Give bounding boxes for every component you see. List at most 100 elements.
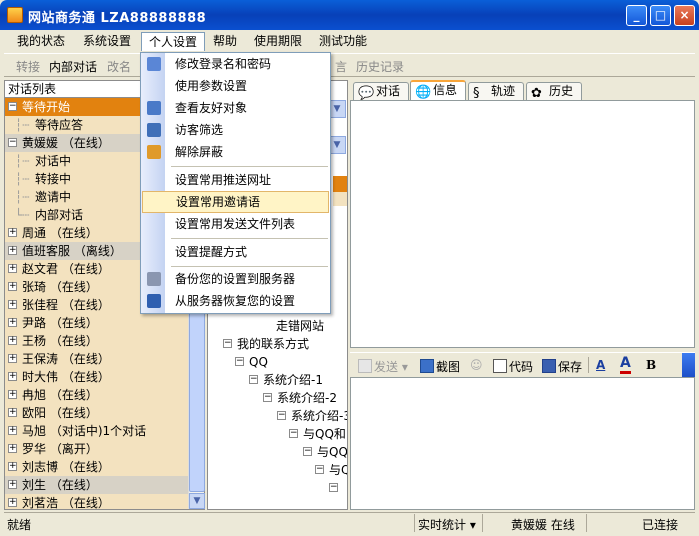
code-icon xyxy=(493,359,507,373)
tab-info[interactable]: 🌐 信息 xyxy=(410,80,466,101)
tab-trace[interactable]: § 轨迹 xyxy=(468,82,524,101)
restore-icon xyxy=(147,294,161,308)
collapse-icon[interactable]: − xyxy=(249,375,258,384)
menu-item-send-file-list[interactable]: 设置常用发送文件列表 xyxy=(142,213,329,235)
tree-row-user[interactable]: + 冉旭 （在线） xyxy=(5,386,188,404)
status-ready: 就绪 xyxy=(7,518,32,532)
menu-item-restore-settings[interactable]: 从服务器恢复您的设置 xyxy=(142,290,329,312)
status-bar: 就绪 实时统计 ▾ 黄媛媛 在线 已连接 xyxy=(4,512,695,532)
menu-usage-period[interactable]: 使用期限 xyxy=(247,32,309,51)
expand-icon[interactable]: + xyxy=(8,372,17,381)
menu-personal-settings[interactable]: 个人设置 xyxy=(141,32,206,51)
tree-row-user[interactable]: + 王保涛 （在线） xyxy=(5,350,188,368)
expand-icon[interactable]: + xyxy=(8,354,17,363)
menu-item-change-login[interactable]: 修改登录名和密码 xyxy=(142,53,329,75)
collapse-icon[interactable]: − xyxy=(263,393,272,402)
selected-marker xyxy=(333,176,347,192)
tree-row-user[interactable]: + 欧阳 （在线） xyxy=(5,404,188,422)
collapse-icon[interactable]: − xyxy=(8,102,17,111)
tree-row-user[interactable]: + 刘志博 （在线） xyxy=(5,458,188,476)
expand-icon[interactable]: + xyxy=(8,444,17,453)
status-connection: 已连接 xyxy=(642,518,679,532)
expand-icon[interactable]: + xyxy=(8,282,17,291)
expand-icon[interactable]: + xyxy=(8,426,17,435)
expand-icon[interactable]: + xyxy=(8,246,17,255)
message-input-area[interactable] xyxy=(350,377,695,510)
scroll-down-arrow-icon[interactable]: ▼ xyxy=(189,493,205,509)
realtime-stats-dropdown[interactable]: 实时统计 ▾ xyxy=(418,516,476,533)
font-size-icon[interactable]: A xyxy=(596,358,605,372)
expand-icon[interactable]: + xyxy=(8,480,17,489)
code-button[interactable]: 代码 xyxy=(493,358,533,375)
menu-item-push-urls[interactable]: 设置常用推送网址 xyxy=(142,169,329,191)
friends-icon xyxy=(147,101,161,115)
menu-system-settings[interactable]: 系统设置 xyxy=(76,32,138,51)
minimize-button[interactable]: _ xyxy=(626,5,647,26)
expand-icon[interactable]: + xyxy=(8,264,17,273)
save-icon xyxy=(542,359,556,373)
menu-item-reminder-mode[interactable]: 设置提醒方式 xyxy=(142,241,329,263)
collapse-icon[interactable]: − xyxy=(303,447,312,456)
expand-icon[interactable]: + xyxy=(8,498,17,507)
expand-icon[interactable]: + xyxy=(8,318,17,327)
menu-test-feature[interactable]: 测试功能 xyxy=(312,32,374,51)
collapse-icon[interactable]: − xyxy=(8,138,17,147)
menu-item-usage-params[interactable]: 使用参数设置 xyxy=(142,75,329,97)
collapse-icon[interactable]: − xyxy=(223,339,232,348)
expand-icon[interactable]: + xyxy=(8,228,17,237)
row-band xyxy=(333,192,347,206)
info-tabs: 💬 对话 🌐 信息 § 轨迹 ✿ 历史 xyxy=(351,80,695,101)
send-button[interactable]: 发送 ▾ xyxy=(358,358,408,375)
personal-settings-menu: 修改登录名和密码 使用参数设置 查看友好对象 访客筛选 解除屏蔽 设置常用推送网… xyxy=(140,52,331,314)
toolbar-overflow-handle[interactable] xyxy=(682,353,695,377)
collapse-icon[interactable]: − xyxy=(277,411,286,420)
tree-row-user[interactable]: + 刘茗浩 （在线） xyxy=(5,494,188,509)
tree-row-user[interactable]: + 刘生 （在线） xyxy=(5,476,188,494)
input-toolbar: 发送 ▾ 截图 ☺ 代码 保存 A A B xyxy=(350,352,695,377)
tab-chat[interactable]: 💬 对话 xyxy=(353,82,409,101)
collapse-icon[interactable]: − xyxy=(235,357,244,366)
emoticon-icon[interactable]: ☺ xyxy=(470,358,483,372)
send-icon xyxy=(358,359,372,373)
transfer-button[interactable]: 转接 xyxy=(16,58,40,75)
tree-row-user[interactable]: + 马旭 （对话中)1个对话 xyxy=(5,422,188,440)
chat-display-area[interactable] xyxy=(350,100,695,348)
tree-row-user[interactable]: + 罗华 （离开） xyxy=(5,440,188,458)
collapse-icon[interactable]: − xyxy=(329,483,338,492)
font-color-icon[interactable]: A xyxy=(620,355,631,374)
title-bar[interactable]: 网站商务通 LZA88888888 _ □ × xyxy=(0,0,699,30)
internal-chat-button[interactable]: 内部对话 xyxy=(49,58,97,75)
collapse-icon[interactable]: − xyxy=(289,429,298,438)
window-title: 网站商务通 LZA88888888 xyxy=(28,11,207,26)
menu-item-unblock[interactable]: 解除屏蔽 xyxy=(142,141,329,163)
menu-item-backup-settings[interactable]: 备份您的设置到服务器 xyxy=(142,268,329,290)
bold-button[interactable]: B xyxy=(646,358,656,372)
unblock-icon xyxy=(147,145,161,159)
expand-icon[interactable]: + xyxy=(8,390,17,399)
menu-item-view-friends[interactable]: 查看友好对象 xyxy=(142,97,329,119)
history-button[interactable]: 历史记录 xyxy=(356,58,404,75)
collapse-icon[interactable]: − xyxy=(315,465,324,474)
app-icon xyxy=(7,7,23,23)
menu-my-status[interactable]: 我的状态 xyxy=(10,32,72,51)
screenshot-icon xyxy=(420,359,434,373)
expand-icon[interactable]: + xyxy=(8,300,17,309)
expand-icon[interactable]: + xyxy=(8,462,17,471)
tree-row-user[interactable]: + 时大伟 （在线） xyxy=(5,368,188,386)
message-button[interactable]: 言 xyxy=(335,58,347,75)
status-user: 黄媛媛 在线 xyxy=(511,518,575,532)
tree-row-user[interactable]: + 尹路 （在线） xyxy=(5,314,188,332)
close-button[interactable]: × xyxy=(674,5,695,26)
menu-item-invite-phrases[interactable]: 设置常用邀请语 xyxy=(142,191,329,213)
tab-history[interactable]: ✿ 历史 xyxy=(526,82,582,101)
menu-help[interactable]: 帮助 xyxy=(206,32,244,51)
maximize-button[interactable]: □ xyxy=(650,5,671,26)
expand-icon[interactable]: + xyxy=(8,336,17,345)
expand-icon[interactable]: + xyxy=(8,408,17,417)
menu-item-visitor-filter[interactable]: 访客筛选 xyxy=(142,119,329,141)
login-key-icon xyxy=(147,57,161,71)
save-button[interactable]: 保存 xyxy=(542,358,582,375)
tree-row-user[interactable]: + 王杨 （在线） xyxy=(5,332,188,350)
rename-button[interactable]: 改名 xyxy=(107,58,131,75)
screenshot-button[interactable]: 截图 xyxy=(420,358,460,375)
